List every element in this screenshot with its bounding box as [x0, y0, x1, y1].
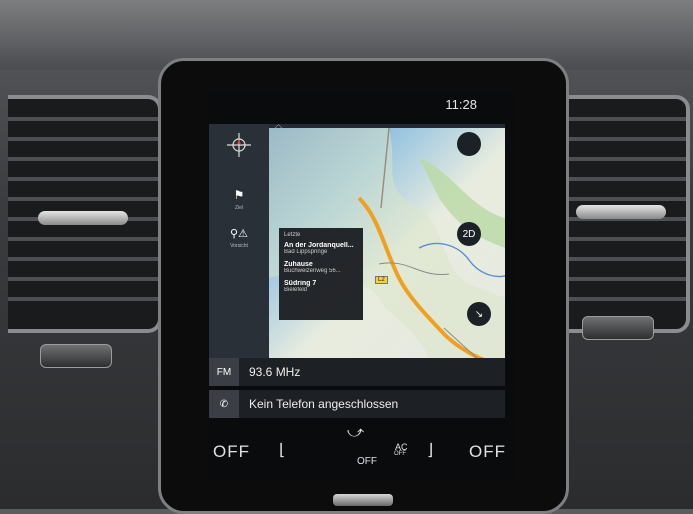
infotainment-screen: 11:28 ◇ ⚑ Ziel ⚲⚠ Vorsicht 2D ↘ L2 Letzt… [207, 92, 515, 482]
seat-ventilation-icon[interactable]: ⤻ [347, 424, 364, 442]
center-fan-status[interactable]: OFF [357, 456, 377, 467]
climate-bar: OFF ⌊ ⤻ OFF AC OFF ⌋ OFF [207, 420, 515, 482]
navigation-sidebar: ⚑ Ziel ⚲⚠ Vorsicht [209, 124, 269, 360]
view-mode-button[interactable]: 2D [457, 222, 481, 246]
left-vent-knob[interactable] [38, 211, 128, 225]
radio-icon: FM [209, 358, 239, 386]
right-seat-heat-icon[interactable]: ⌋ [427, 440, 433, 460]
clock: 11:28 [445, 97, 477, 112]
recent-destination-item[interactable]: An der Jordanquell... Bad Lippspringe [284, 242, 358, 255]
arrow-down-right-icon: ↘ [474, 308, 484, 320]
destination-button[interactable]: ⚑ Ziel [209, 186, 269, 211]
status-bar: 11:28 [207, 92, 515, 118]
right-fan-status[interactable]: OFF [469, 442, 506, 462]
warning-label: Vorsicht [230, 243, 248, 249]
map-menu-button[interactable] [457, 132, 481, 156]
left-air-vent [8, 95, 162, 333]
recenter-button[interactable]: ↘ [467, 302, 491, 326]
left-hazard-button[interactable] [40, 344, 112, 368]
radio-frequency: 93.6 MHz [249, 365, 301, 379]
phone-status: Kein Telefon angeschlossen [249, 397, 399, 411]
recent-destinations-panel: Letzte An der Jordanquell... Bad Lippspr… [279, 228, 363, 320]
pin-warning-icon: ⚲⚠ [230, 228, 248, 240]
recent-header: Letzte [284, 232, 301, 238]
left-fan-status[interactable]: OFF [213, 442, 250, 462]
compass-icon[interactable] [209, 132, 269, 163]
road-badge: L2 [375, 276, 388, 284]
left-seat-heat-icon[interactable]: ⌊ [279, 440, 285, 460]
radio-tile[interactable]: FM 93.6 MHz [209, 358, 505, 386]
right-side-button[interactable] [582, 316, 654, 340]
warning-button[interactable]: ⚲⚠ Vorsicht [209, 224, 269, 249]
home-button[interactable] [333, 494, 393, 506]
phone-icon: ✆ [209, 390, 239, 418]
right-vent-knob[interactable] [576, 205, 666, 219]
destination-label: Ziel [234, 205, 244, 211]
checkered-flag-icon: ⚑ [233, 188, 245, 202]
phone-tile[interactable]: ✆ Kein Telefon angeschlossen [209, 390, 505, 418]
navigation-tile[interactable]: ◇ ⚑ Ziel ⚲⚠ Vorsicht 2D ↘ L2 Letzte An d… [209, 122, 505, 360]
recent-destination-item[interactable]: Südring 7 Bielefeld [284, 280, 358, 293]
recent-destination-item[interactable]: Zuhause Buchweizenweg 56... [284, 261, 358, 274]
ac-status: OFF [394, 451, 406, 457]
